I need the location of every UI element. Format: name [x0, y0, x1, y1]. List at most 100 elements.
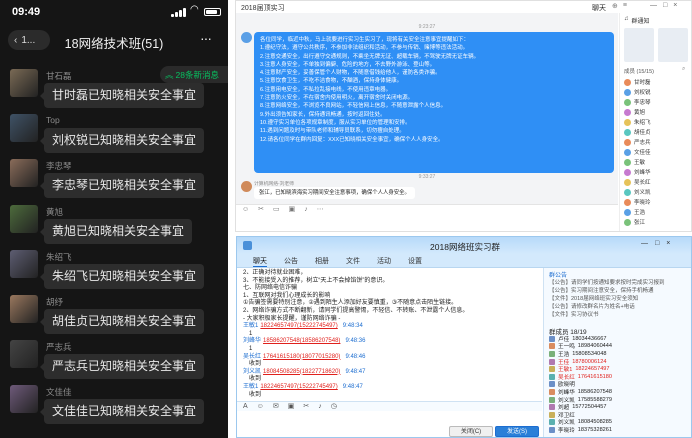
history-icon[interactable]: ◷ [331, 402, 337, 411]
announcement-item[interactable]: 【文件】实习协议书 [549, 311, 689, 319]
maximize-button[interactable]: □ [655, 240, 659, 247]
avatar[interactable] [10, 385, 38, 414]
message-bubble[interactable]: 朱绍飞已知晓相关安全事宜 [39, 263, 205, 289]
members-header: 成员 (15/15) [624, 69, 654, 75]
tab-chat[interactable]: 聊天 [592, 3, 606, 13]
sender-contact[interactable]: 17641615180(18077015280) [263, 354, 340, 360]
member-item[interactable]: 黄旭 [624, 107, 691, 117]
message-bubble[interactable]: 李忠琴已知晓相关安全事宜 [39, 173, 205, 199]
tab-item[interactable]: 活动 [377, 256, 391, 266]
message-header: 王敏1 18224657497(15222745497) 9:48:34 [243, 323, 536, 331]
member-item[interactable]: 严志兵 [624, 137, 691, 147]
avatar[interactable] [10, 340, 38, 369]
tab-item[interactable]: 相册 [315, 256, 329, 266]
member-phone: 18586207548 [577, 388, 613, 395]
tab-item[interactable]: 聊天 [253, 256, 267, 267]
member-item[interactable]: 朱绍飞 [624, 117, 691, 127]
member-item[interactable]: 李忠琴 [624, 97, 691, 107]
message-bubble[interactable]: 严志兵已知晓相关安全事宜 [39, 354, 205, 380]
member-item[interactable]: 文佳佳 [624, 147, 691, 157]
scissors-icon[interactable]: ✂ [303, 402, 309, 411]
member-item[interactable]: 刘义凯 17585588279 [549, 396, 689, 404]
member-item[interactable]: 李晓玲 [624, 197, 691, 207]
sender-name[interactable]: 吴长红 [243, 354, 261, 360]
tab-item[interactable]: 文件 [346, 256, 360, 266]
avatar[interactable] [10, 114, 38, 143]
announcement-item[interactable]: 【公告】实习期间注意安全，保持手机畅通 [549, 287, 689, 295]
avatar[interactable] [241, 181, 252, 192]
message-input[interactable] [237, 411, 542, 426]
maximize-button[interactable]: □ [663, 2, 667, 9]
avatar[interactable] [241, 32, 252, 43]
more-icon[interactable]: ··· [200, 30, 212, 46]
group-notice-header[interactable]: ♫ 群通知 [624, 16, 650, 25]
avatar[interactable] [10, 295, 38, 323]
notice-thumbnail[interactable] [624, 28, 654, 62]
avatar[interactable] [10, 204, 38, 233]
avatar[interactable] [10, 159, 38, 188]
close-chat-button[interactable]: 关闭(C) [449, 426, 493, 437]
sender-name[interactable]: 王敏1 [243, 384, 258, 390]
image-icon[interactable]: ▣ [289, 205, 296, 214]
sender-name[interactable]: 王敏1 [243, 323, 258, 329]
message-bubble[interactable]: 刘权锐已知晓相关安全事宜 [39, 128, 205, 154]
shake-icon[interactable]: ✉ [273, 402, 279, 411]
message-time: 9:48:34 [342, 323, 363, 330]
member-item[interactable]: 李晓玲 18375328261 [549, 426, 689, 434]
reply-message-bubble: 张江，已知晓滨海实习期间安全注意事项，确保个人人身安全。 [254, 187, 415, 199]
menu-icon[interactable]: ≡ [623, 2, 627, 10]
member-item[interactable]: 王浩 15808534048 [549, 350, 689, 358]
member-item[interactable]: 王一鸣 18984060444 [549, 343, 689, 350]
message-bubble[interactable]: 甘时磊已知晓相关安全事宜 [39, 83, 205, 108]
avatar [549, 366, 555, 373]
member-item[interactable]: 刘权锐 [624, 87, 691, 97]
sender-name[interactable]: 刘峰华 [243, 338, 261, 344]
member-item[interactable]: 王敏 [624, 157, 691, 167]
message-input[interactable] [236, 214, 618, 231]
tab-item[interactable]: 设置 [408, 256, 422, 266]
member-item[interactable]: 王浩 [624, 207, 691, 217]
add-icon[interactable]: ⊕ [612, 2, 618, 10]
sender-contact[interactable]: 18224657497(15222745497) [260, 323, 337, 329]
close-button[interactable]: × [673, 2, 677, 9]
minimize-button[interactable]: — [641, 240, 648, 247]
new-messages-badge[interactable]: ︽ 28条新消息 [160, 66, 228, 83]
member-item[interactable]: 甘时磊 [624, 77, 691, 87]
font-icon[interactable]: A [243, 402, 248, 411]
member-item[interactable]: 张江 [624, 217, 691, 227]
avatar[interactable] [10, 69, 38, 97]
member-name: 朱绍飞 [634, 120, 651, 126]
emoji-icon[interactable]: ☺ [242, 205, 249, 214]
search-icon[interactable]: ⌕ [682, 66, 685, 73]
sender-name[interactable]: 刘义凯 [243, 369, 261, 375]
avatar[interactable] [10, 249, 38, 278]
folder-icon[interactable]: ▭ [273, 205, 280, 214]
sender-contact[interactable]: 18084508285(18227718620) [263, 369, 340, 375]
emoji-icon[interactable]: ☺ [257, 402, 264, 411]
sender-contact[interactable]: 18586207548(18586207548) [263, 338, 340, 344]
announcement-item[interactable]: 【公告】请同学们按通知要求按时完成实习报到 [549, 279, 689, 287]
notice-thumbnail[interactable] [658, 28, 688, 62]
image-icon[interactable]: ▣ [288, 402, 295, 411]
send-button[interactable]: 发送(S) [495, 426, 539, 437]
avatar [549, 404, 555, 411]
minimize-button[interactable]: — [650, 2, 657, 9]
avatar [624, 218, 631, 226]
member-item[interactable]: 胡佳贞 [624, 127, 691, 137]
message-bubble[interactable]: 文佳佳已知晓相关安全事宜 [39, 399, 205, 425]
message-bubble[interactable]: 胡佳贞已知晓相关安全事宜 [39, 309, 205, 334]
voice-icon[interactable]: ♪ [318, 402, 322, 411]
message-bubble[interactable]: 黄旭已知晓相关安全事宜 [39, 218, 193, 244]
sender-contact[interactable]: 18224657497(15222745497) [260, 384, 337, 390]
member-name: 严志兵 [634, 140, 651, 146]
member-item[interactable]: 刘义凯 [624, 187, 691, 197]
voice-icon[interactable]: ♪ [304, 205, 308, 214]
more-tools-icon[interactable]: ⋯ [317, 205, 324, 214]
announcement-item[interactable]: 【公告】请修改群名片为姓名+电话 [549, 303, 689, 311]
scissors-icon[interactable]: ✂ [258, 205, 264, 214]
member-item[interactable]: 刘峰华 [624, 167, 691, 177]
announcement-item[interactable]: 【文件】2018届网络班实习安全须知 [549, 295, 689, 303]
member-item[interactable]: 吴长红 [624, 177, 691, 187]
close-button[interactable]: × [666, 240, 670, 247]
tab-item[interactable]: 公告 [284, 256, 298, 266]
